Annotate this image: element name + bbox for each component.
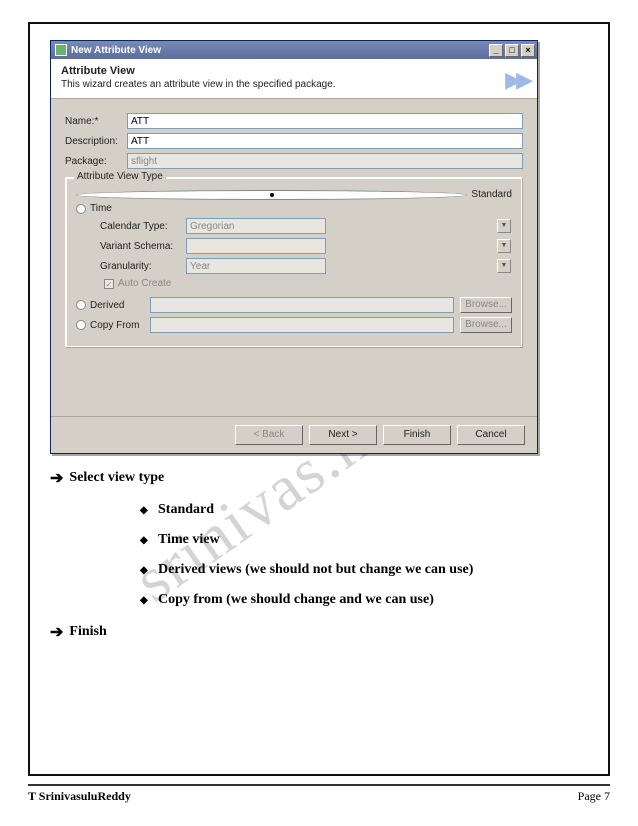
dialog-header: Attribute View This wizard creates an at… — [51, 59, 537, 99]
app-icon — [55, 44, 67, 56]
copy-from-input — [150, 317, 454, 333]
radio-copy-from[interactable]: Copy From — [76, 320, 150, 331]
description-input[interactable] — [127, 133, 523, 149]
package-label: Package: — [65, 156, 127, 167]
radio-derived-label: Derived — [90, 300, 124, 311]
radio-dot-icon — [76, 320, 86, 330]
notes-section: ➔ Select view type Standard Time view De… — [50, 468, 588, 642]
list-item: Time view — [140, 532, 588, 548]
radio-time-label: Time — [90, 203, 112, 214]
attribute-view-type-group: Attribute View Type Standard Time Calend… — [65, 177, 523, 348]
close-button[interactable]: × — [521, 44, 535, 57]
radio-copy-label: Copy From — [90, 320, 139, 331]
bullet-list: Standard Time view Derived views (we sho… — [140, 502, 588, 608]
description-label: Description: — [65, 136, 127, 147]
calendar-type-value — [186, 218, 326, 234]
time-options: Calendar Type: ▼ Variant Schema: ▼ — [100, 218, 512, 289]
granularity-select: ▼ — [186, 258, 512, 274]
maximize-button[interactable]: □ — [505, 44, 519, 57]
radio-derived[interactable]: Derived — [76, 300, 150, 311]
radio-standard[interactable]: Standard — [76, 189, 512, 200]
granularity-value — [186, 258, 326, 274]
auto-create-checkbox: ✓ Auto Create — [104, 278, 512, 289]
auto-create-label: Auto Create — [118, 278, 171, 289]
dialog-body: Name:* Description: Package: Attribute V… — [51, 99, 537, 356]
page-content: New Attribute View _ □ × Attribute View … — [50, 40, 588, 650]
name-input[interactable] — [127, 113, 523, 129]
calendar-type-select: ▼ — [186, 218, 512, 234]
wizard-arrow-icon: ▶▶ — [505, 67, 527, 93]
browse-derived-button: Browse... — [460, 297, 512, 313]
dialog-spacer — [51, 356, 537, 416]
chevron-down-icon: ▼ — [497, 239, 511, 253]
variant-schema-select: ▼ — [186, 238, 512, 254]
next-button[interactable]: Next > — [309, 425, 377, 445]
derived-input — [150, 297, 454, 313]
header-title: Attribute View — [61, 65, 527, 77]
checkbox-icon: ✓ — [104, 279, 114, 289]
chevron-down-icon: ▼ — [497, 259, 511, 273]
list-item: Derived views (we should not but change … — [140, 562, 588, 578]
package-input — [127, 153, 523, 169]
list-item: Standard — [140, 502, 588, 518]
chevron-down-icon: ▼ — [497, 219, 511, 233]
dialog-titlebar[interactable]: New Attribute View _ □ × — [51, 41, 537, 59]
footer-author: T SrinivasuluReddy — [28, 789, 131, 804]
radio-time[interactable]: Time — [76, 203, 512, 214]
calendar-type-label: Calendar Type: — [100, 221, 186, 232]
radio-dot-icon — [76, 300, 86, 310]
titlebar-buttons: _ □ × — [489, 44, 535, 57]
variant-schema-label: Variant Schema: — [100, 241, 186, 252]
name-label: Name:* — [65, 116, 127, 127]
list-item: Copy from (we should change and we can u… — [140, 592, 588, 608]
note-finish: ➔ Finish — [50, 622, 588, 642]
radio-dot-icon — [76, 204, 86, 214]
back-button: < Back — [235, 425, 303, 445]
browse-copy-button: Browse... — [460, 317, 512, 333]
radio-standard-label: Standard — [471, 189, 512, 200]
group-legend: Attribute View Type — [74, 171, 166, 182]
variant-schema-value — [186, 238, 326, 254]
arrow-right-icon: ➔ — [50, 468, 63, 488]
note-text: Finish — [69, 624, 106, 640]
cancel-button[interactable]: Cancel — [457, 425, 525, 445]
note-select-view-type: ➔ Select view type — [50, 468, 588, 488]
window-title: New Attribute View — [71, 45, 161, 56]
minimize-button[interactable]: _ — [489, 44, 503, 57]
dialog-button-bar: < Back Next > Finish Cancel — [51, 416, 537, 453]
page-footer: T SrinivasuluReddy Page 7 — [28, 784, 610, 804]
new-attribute-view-dialog: New Attribute View _ □ × Attribute View … — [50, 40, 538, 454]
footer-page: Page 7 — [578, 789, 610, 804]
note-text: Select view type — [69, 470, 164, 486]
header-subtitle: This wizard creates an attribute view in… — [61, 79, 527, 90]
finish-button[interactable]: Finish — [383, 425, 451, 445]
arrow-right-icon: ➔ — [50, 622, 63, 642]
granularity-label: Granularity: — [100, 261, 186, 272]
radio-dot-icon — [76, 190, 467, 200]
